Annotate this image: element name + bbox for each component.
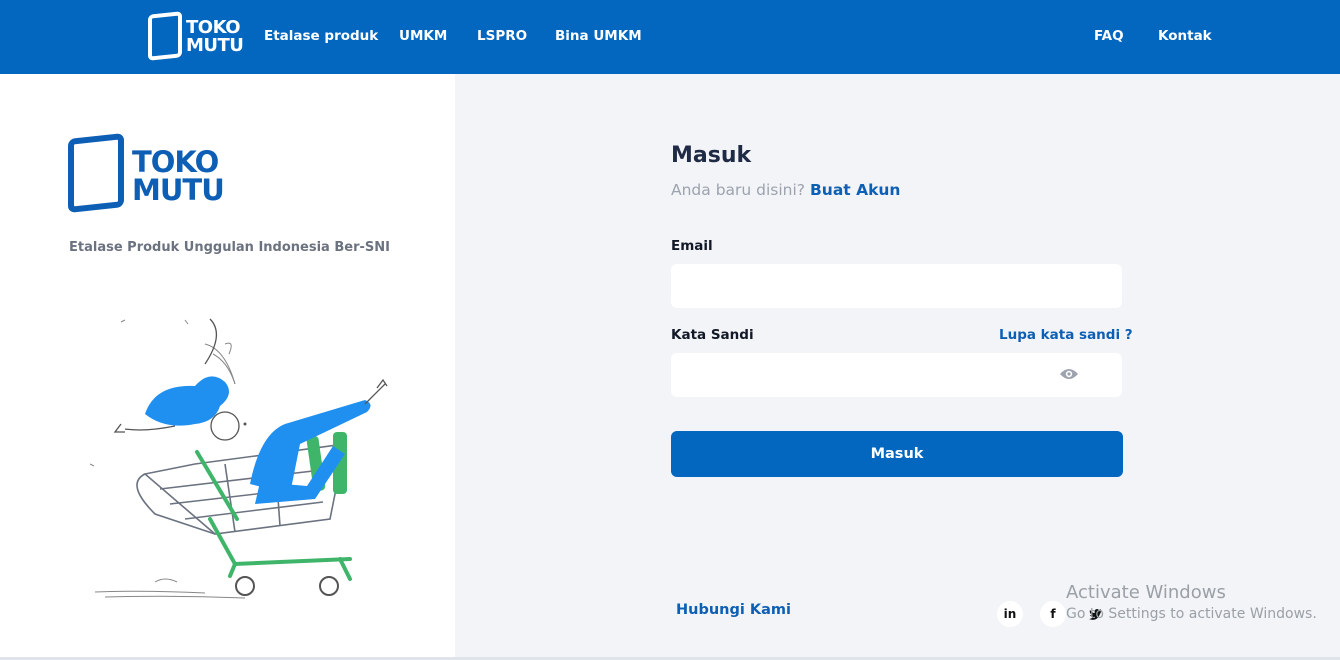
activate-windows-title: Activate Windows bbox=[1066, 582, 1226, 603]
login-button[interactable]: Masuk bbox=[671, 431, 1123, 477]
nav-link-umkm[interactable]: UMKM bbox=[399, 28, 447, 44]
nav-logo-text-2: MUTU bbox=[186, 35, 244, 56]
activate-windows-subtitle: Go to Settings to activate Windows. bbox=[1066, 606, 1317, 622]
nav-link-lspro[interactable]: LSPRO bbox=[477, 28, 527, 44]
email-field[interactable] bbox=[671, 264, 1122, 308]
password-field[interactable] bbox=[671, 353, 1122, 397]
linkedin-icon[interactable]: in bbox=[997, 601, 1023, 627]
top-navbar: TOKO MUTU Etalase produk UMKM LSPRO Bina… bbox=[0, 0, 1340, 74]
nav-link-kontak[interactable]: Kontak bbox=[1158, 28, 1212, 44]
forgot-password-link[interactable]: Lupa kata sandi ? bbox=[999, 327, 1133, 343]
signup-prompt-text: Anda baru disini? bbox=[671, 181, 806, 199]
contact-us-link[interactable]: Hubungi Kami bbox=[676, 602, 791, 618]
brand-logo-text-2: MUTU bbox=[132, 173, 225, 207]
brand-logo: TOKO MUTU bbox=[68, 133, 228, 216]
create-account-link[interactable]: Buat Akun bbox=[810, 181, 901, 199]
nav-logo[interactable]: TOKO MUTU bbox=[148, 11, 244, 61]
nav-link-etalase-produk[interactable]: Etalase produk bbox=[264, 28, 378, 44]
logo-frame-icon bbox=[148, 11, 182, 61]
signup-prompt: Anda baru disini? Buat Akun bbox=[671, 181, 900, 199]
left-panel: TOKO MUTU Etalase Produk Unggulan Indone… bbox=[0, 74, 455, 660]
facebook-icon[interactable]: f bbox=[1040, 601, 1066, 627]
password-label: Kata Sandi bbox=[671, 327, 754, 343]
show-password-eye-icon[interactable] bbox=[1059, 366, 1079, 382]
shopping-cart-person-illustration bbox=[89, 318, 388, 599]
nav-link-faq[interactable]: FAQ bbox=[1094, 28, 1124, 44]
page-title: Masuk bbox=[671, 143, 752, 168]
brand-logo-frame-icon bbox=[68, 133, 124, 213]
tagline: Etalase Produk Unggulan Indonesia Ber-SN… bbox=[69, 240, 390, 255]
email-label: Email bbox=[671, 238, 713, 254]
nav-link-bina-umkm[interactable]: Bina UMKM bbox=[555, 28, 642, 44]
